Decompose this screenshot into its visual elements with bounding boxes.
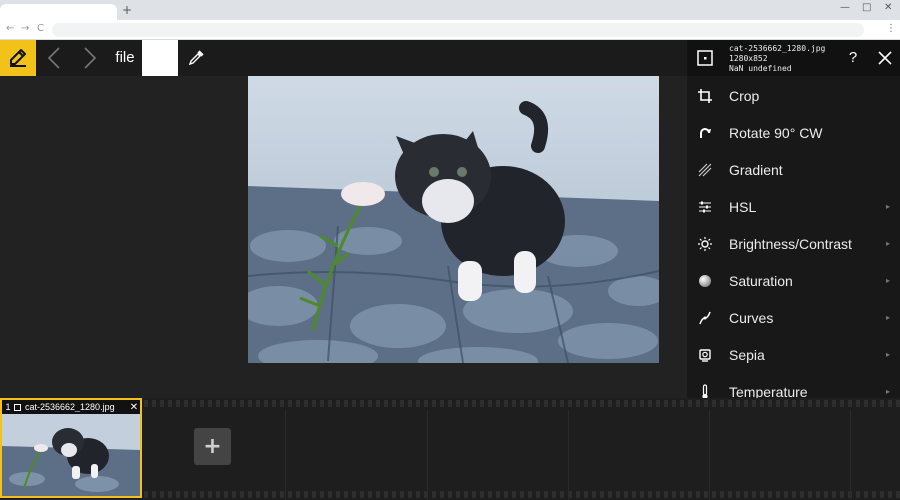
chevron-left-icon: [47, 47, 60, 69]
tool-label: Crop: [729, 87, 760, 104]
file-info: cat-2536662_1280.jpg 1280x852 NaN undefi…: [729, 44, 839, 74]
edited-photo[interactable]: [248, 76, 659, 363]
file-dimensions: 1280x852: [729, 54, 768, 63]
tool-label: Saturation: [729, 272, 793, 289]
tool-gradient[interactable]: Gradient: [687, 151, 900, 188]
address-bar[interactable]: [52, 23, 864, 37]
tool-curves[interactable]: Curves ▸: [687, 299, 900, 336]
saturation-icon: [699, 274, 711, 287]
film-slot: [285, 410, 425, 500]
image-canvas[interactable]: [0, 76, 687, 398]
reload-button[interactable]: C: [37, 23, 44, 35]
tool-brightness-contrast[interactable]: Brightness/Contrast ▸: [687, 225, 900, 262]
thumbnail-header: 1 cat-2536662_1280.jpg ✕: [2, 400, 140, 414]
select-checkbox[interactable]: [14, 403, 21, 411]
tool-label: Sepia: [729, 346, 765, 363]
tool-panel: cat-2536662_1280.jpg 1280x852 NaN undefi…: [687, 40, 900, 398]
submenu-arrow: ▸: [885, 276, 890, 285]
panel-header: cat-2536662_1280.jpg 1280x852 NaN undefi…: [687, 40, 900, 76]
maximize-button[interactable]: □: [862, 2, 871, 14]
file-name: cat-2536662_1280.jpg: [729, 44, 826, 53]
tool-label: Gradient: [729, 161, 783, 178]
pencil-icon: [10, 49, 26, 67]
redo-button[interactable]: [72, 40, 108, 76]
film-slot: [709, 410, 849, 500]
tool-sepia[interactable]: Sepia ▸: [687, 336, 900, 373]
new-tab-button[interactable]: +: [122, 3, 132, 17]
tool-hsl[interactable]: HSL ▸: [687, 188, 900, 225]
remove-thumbnail-button[interactable]: ✕: [128, 402, 140, 413]
file-extra: NaN undefined: [729, 64, 792, 73]
thumbnail-filename: cat-2536662_1280.jpg: [25, 402, 115, 412]
thumbnail-image[interactable]: [2, 414, 140, 496]
browser-tab[interactable]: [0, 4, 117, 20]
draw-tool-button[interactable]: [0, 40, 36, 76]
submenu-arrow: ▸: [885, 313, 890, 322]
browser-toolbar: ← → C ⋮: [0, 20, 900, 40]
film-slot: [427, 410, 567, 500]
browser-tab-strip: + — □ ✕: [0, 0, 900, 20]
film-slot: [568, 410, 708, 500]
tool-temperature[interactable]: Temperature ▸: [687, 373, 900, 398]
sliders-icon: [699, 201, 711, 212]
tool-rotate[interactable]: Rotate 90° CW: [687, 114, 900, 151]
frame-icon: [697, 50, 713, 66]
file-menu-button[interactable]: file: [108, 40, 142, 76]
submenu-arrow: ▸: [885, 202, 890, 211]
film-slot: [850, 410, 900, 500]
tool-label: HSL: [729, 198, 757, 215]
undo-button[interactable]: [36, 40, 72, 76]
thumbnail-index: 1: [5, 402, 11, 412]
thermometer-icon: [702, 383, 708, 398]
sepia-icon: [699, 348, 711, 362]
filmstrip: 1 cat-2536662_1280.jpg ✕ +: [0, 398, 900, 500]
help-button[interactable]: ?: [839, 40, 867, 76]
curves-icon: [699, 311, 711, 324]
submenu-arrow: ▸: [885, 350, 890, 359]
tool-crop[interactable]: Crop: [687, 77, 900, 114]
close-icon: [878, 51, 892, 65]
submenu-arrow: ▸: [885, 387, 890, 396]
tool-label: Rotate 90° CW: [729, 124, 823, 141]
close-panel-button[interactable]: [870, 40, 900, 76]
rotate-cw-icon: [700, 127, 711, 138]
editor-toolbar: file: [0, 40, 687, 76]
gradient-icon: [698, 163, 712, 176]
tool-label: Temperature: [729, 383, 808, 399]
tool-saturation[interactable]: Saturation ▸: [687, 262, 900, 299]
tool-label: Brightness/Contrast: [729, 235, 852, 252]
submenu-arrow: ▸: [885, 239, 890, 248]
photo-editor-app: file cat-2536662_1280.jpg 1280x852 NaN u…: [0, 40, 900, 500]
thumbnail-item[interactable]: 1 cat-2536662_1280.jpg ✕: [0, 398, 142, 498]
tool-label: Curves: [729, 309, 774, 326]
eyedropper-icon: [188, 50, 204, 66]
crop-icon: [698, 88, 712, 103]
browser-menu-button[interactable]: ⋮: [886, 23, 896, 35]
brightness-icon: [698, 236, 712, 251]
minimize-button[interactable]: —: [840, 2, 850, 14]
back-button[interactable]: ←: [6, 23, 14, 35]
tool-list: Crop Rotate 90° CW Gradient HSL ▸ Bright…: [687, 77, 900, 398]
color-swatch[interactable]: [142, 40, 178, 76]
color-picker-button[interactable]: [178, 40, 214, 76]
chevron-right-icon: [84, 47, 97, 69]
forward-button[interactable]: →: [21, 23, 29, 35]
window-close-button[interactable]: ✕: [884, 2, 892, 14]
fit-to-screen-button[interactable]: [687, 40, 723, 76]
add-image-button[interactable]: +: [194, 428, 231, 465]
